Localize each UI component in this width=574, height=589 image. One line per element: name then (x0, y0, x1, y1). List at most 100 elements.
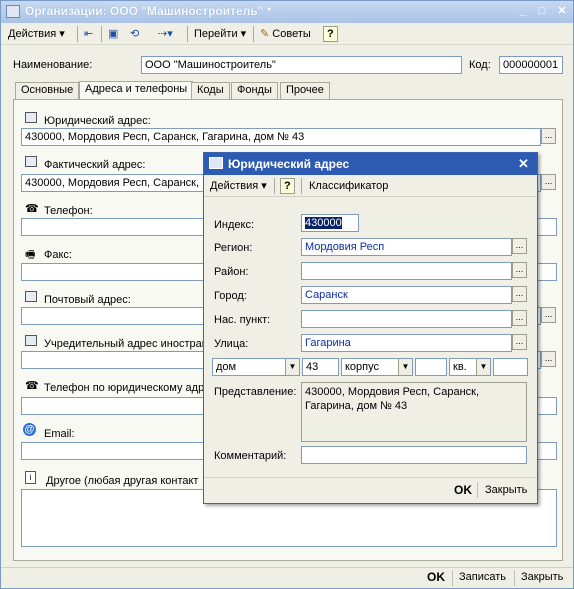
tab-other[interactable]: Прочее (280, 82, 330, 99)
region-select-button[interactable]: ... (512, 238, 527, 254)
tab-main[interactable]: Основные (15, 82, 80, 99)
goto-menu[interactable]: Перейти ▾ (191, 25, 249, 43)
email-icon: @ (23, 423, 36, 436)
phone-icon: ☎ (25, 203, 39, 215)
legal-address-select-button[interactable]: ... (541, 128, 556, 144)
dialog-close-icon[interactable]: ✕ (518, 156, 529, 172)
house-type-select[interactable]: дом ▼ (212, 358, 300, 376)
document-move-icon[interactable]: ⇢▾ (155, 25, 176, 43)
name-field[interactable]: ООО "Машиностроитель" (141, 56, 462, 74)
postal-address-select-button[interactable]: ... (541, 307, 556, 323)
apartment-number-field[interactable] (493, 358, 528, 376)
actual-address-label: Фактический адрес: (44, 159, 146, 171)
district-label: Район: (214, 266, 249, 278)
phone-icon: ☎ (25, 380, 39, 392)
back-arrow-icon[interactable]: ⇤ (81, 25, 96, 43)
settlement-field[interactable] (301, 310, 512, 328)
comment-label: Комментарий: (214, 450, 287, 462)
settlement-select-button[interactable]: ... (512, 310, 527, 326)
footer-divider (1, 567, 573, 568)
legal-phone-label: Телефон по юридическому адре (44, 382, 211, 394)
name-label: Наименование: (13, 59, 93, 71)
legal-address-label: Юридический адрес: (44, 115, 151, 127)
street-select-button[interactable]: ... (512, 334, 527, 350)
separator (187, 26, 188, 42)
legal-address-field[interactable]: 430000, Мордовия Респ, Саранск, Гагарина… (21, 128, 541, 146)
chevron-down-icon: ▼ (476, 359, 490, 375)
help-button[interactable]: ? (323, 26, 338, 42)
separator (452, 570, 453, 586)
index-label: Индекс: (214, 219, 255, 231)
classifier-button[interactable]: Классификатор (306, 177, 391, 195)
founder-address-label: Учредительный адрес иностран (44, 338, 208, 350)
actions-menu[interactable]: Действия ▾ (5, 25, 68, 43)
chevron-down-icon: ▼ (285, 359, 299, 375)
house-number-field[interactable]: 43 (302, 358, 339, 376)
dialog-footer-divider (204, 477, 537, 478)
address-card-icon (25, 291, 37, 302)
close-form-button[interactable]: Закрыть (521, 571, 563, 583)
minimize-button[interactable]: _ (515, 4, 531, 19)
street-field[interactable]: Гагарина (301, 334, 512, 352)
district-field[interactable] (301, 262, 512, 280)
separator (514, 570, 515, 586)
separator (274, 178, 275, 194)
address-card-icon (209, 157, 223, 169)
district-select-button[interactable]: ... (512, 262, 527, 278)
tips-button[interactable]: ✎ Советы (257, 25, 314, 43)
separator (77, 26, 78, 42)
city-label: Город: (214, 290, 247, 302)
index-value: 430000 (305, 217, 342, 229)
close-button[interactable]: ✕ (554, 4, 570, 19)
dialog-help-button[interactable]: ? (280, 178, 295, 194)
maximize-button[interactable]: □ (534, 4, 550, 19)
index-field[interactable]: 430000 (301, 214, 359, 232)
postal-address-label: Почтовый адрес: (44, 294, 131, 306)
building-type-select[interactable]: корпус ▼ (341, 358, 413, 376)
comment-field[interactable] (301, 446, 527, 464)
phone-label: Телефон: (44, 205, 93, 217)
tab-addresses[interactable]: Адреса и телефоны (79, 81, 194, 100)
separator (101, 26, 102, 42)
tab-codes[interactable]: Коды (191, 82, 230, 99)
email-label: Email: (44, 428, 75, 440)
window-title: Организации: ООО "Машиностроитель" * (25, 4, 272, 18)
app-icon (6, 5, 20, 18)
save-button[interactable]: Записать (459, 571, 506, 583)
actions-label: Действия (8, 28, 57, 40)
dialog-title: Юридический адрес (228, 157, 350, 171)
building-number-field[interactable] (415, 358, 447, 376)
tab-funds[interactable]: Фонды (231, 82, 278, 99)
actual-address-select-button[interactable]: ... (541, 174, 556, 190)
region-field[interactable]: Мордовия Респ (301, 238, 512, 256)
address-card-icon (25, 156, 37, 167)
other-contact-label: Другое (любая другая контакт (46, 475, 199, 487)
dialog-close-button[interactable]: Закрыть (485, 484, 527, 496)
founder-address-select-button[interactable]: ... (541, 351, 556, 367)
tips-icon: ✎ (260, 28, 270, 40)
legal-address-dialog: Юридический адрес ✕ Действия ▾ ? Классиф… (203, 152, 538, 504)
dialog-actions-label: Действия (210, 180, 259, 192)
city-select-button[interactable]: ... (512, 286, 527, 302)
apartment-type-value: кв. (453, 361, 467, 373)
ok-button[interactable]: OK (427, 570, 445, 584)
tips-label: Советы (272, 28, 311, 40)
building-type-value: корпус (345, 361, 380, 373)
city-field[interactable]: Саранск (301, 286, 512, 304)
refresh-icon[interactable]: ⟲ (127, 25, 142, 43)
separator (253, 26, 254, 42)
code-field[interactable]: 000000001 (499, 56, 563, 74)
separator (477, 482, 478, 498)
info-icon: i (25, 471, 36, 484)
goto-label: Перейти (194, 28, 238, 40)
dialog-title-bar: Юридический адрес ✕ (204, 153, 537, 175)
settlement-label: Нас. пункт: (214, 314, 271, 326)
apartment-type-select[interactable]: кв. ▼ (449, 358, 491, 376)
fax-label: Факс: (44, 249, 72, 261)
dialog-ok-button[interactable]: OK (454, 483, 472, 497)
dialog-actions-menu[interactable]: Действия ▾ (207, 177, 270, 195)
structure-icon[interactable]: ▣ (105, 25, 121, 43)
house-type-value: дом (216, 361, 237, 373)
region-label: Регион: (214, 242, 253, 254)
street-label: Улица: (214, 338, 249, 350)
